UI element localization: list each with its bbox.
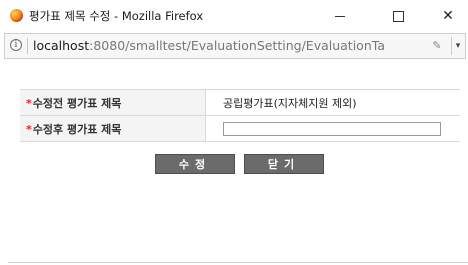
after-title-cell bbox=[205, 115, 460, 142]
button-row: 수정 닫기 bbox=[8, 154, 468, 178]
address-bar[interactable]: i localhost:8080/smalltest/EvaluationSet… bbox=[4, 33, 466, 59]
firefox-icon bbox=[10, 9, 23, 22]
label-before-title: *수정전 평가표 제목 bbox=[20, 89, 206, 116]
save-button[interactable]: 수정 bbox=[155, 154, 235, 174]
close-button[interactable]: 닫기 bbox=[244, 154, 324, 174]
title-bar: 평가표 제목 수정 - Mozilla Firefox ✕ bbox=[0, 0, 468, 32]
maximize-button[interactable] bbox=[378, 2, 418, 30]
url-text[interactable]: localhost:8080/smalltest/EvaluationSetti… bbox=[33, 38, 385, 53]
bottom-divider bbox=[8, 262, 468, 263]
window-title: 평가표 제목 수정 - Mozilla Firefox bbox=[29, 9, 204, 23]
url-separator bbox=[27, 38, 28, 54]
page-content: *수정전 평가표 제목 공립평가표(지자체지원 제외) *수정후 평가표 제목 … bbox=[8, 60, 468, 265]
label-before-text: 수정전 평가표 제목 bbox=[32, 96, 122, 110]
dropdown-arrow-icon[interactable]: ▾ bbox=[451, 37, 464, 55]
required-mark: * bbox=[26, 122, 32, 136]
required-mark: * bbox=[26, 96, 32, 110]
before-title-value: 공립평가표(지자체지원 제외) bbox=[205, 89, 460, 116]
title-edit-form: *수정전 평가표 제목 공립평가표(지자체지원 제외) *수정후 평가표 제목 bbox=[20, 89, 460, 142]
url-host: localhost bbox=[33, 38, 90, 53]
form-row-after: *수정후 평가표 제목 bbox=[20, 115, 460, 142]
browser-window: 평가표 제목 수정 - Mozilla Firefox ✕ i localhos… bbox=[0, 0, 468, 265]
form-row-before: *수정전 평가표 제목 공립평가표(지자체지원 제외) bbox=[20, 89, 460, 116]
close-window-button[interactable]: ✕ bbox=[428, 2, 468, 30]
url-path: :8080/smalltest/EvaluationSetting/Evalua… bbox=[89, 38, 385, 53]
label-after-text: 수정후 평가표 제목 bbox=[32, 122, 122, 136]
extension-icon[interactable]: ✎ bbox=[429, 37, 445, 55]
after-title-input[interactable] bbox=[223, 121, 441, 136]
label-after-title: *수정후 평가표 제목 bbox=[20, 115, 206, 142]
info-icon[interactable]: i bbox=[10, 39, 22, 51]
minimize-button[interactable] bbox=[320, 2, 360, 30]
